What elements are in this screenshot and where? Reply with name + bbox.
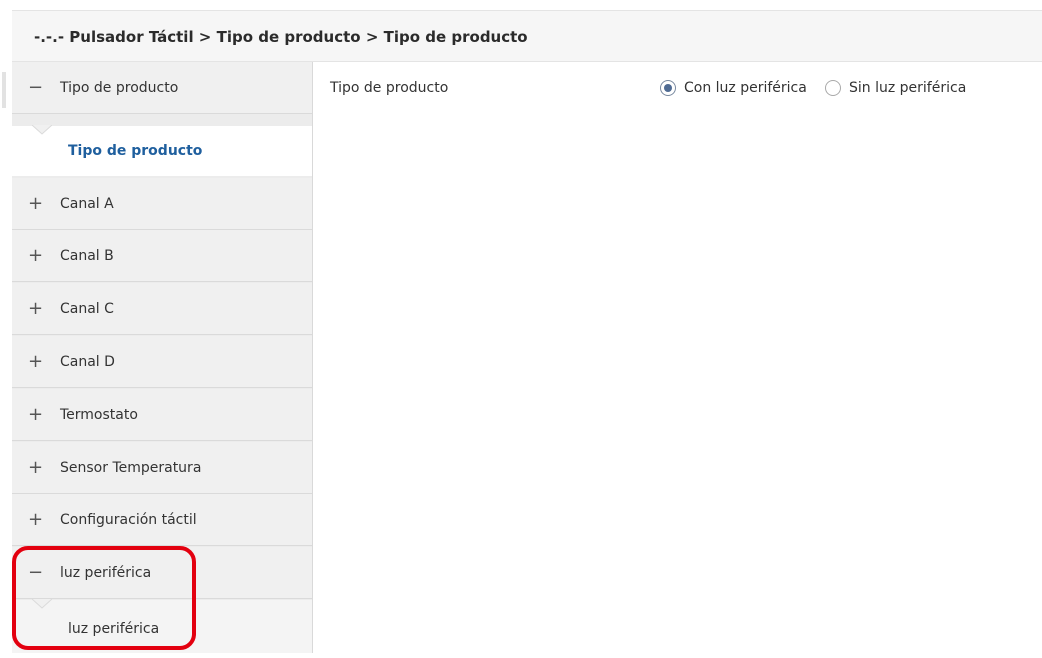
highlight-annotation [12, 546, 196, 650]
radio-label: Sin luz periférica [849, 80, 967, 96]
header-bar: -.-.- Pulsador Táctil > Tipo de producto… [12, 10, 1042, 62]
edge-marker [2, 72, 6, 108]
sidebar-item-sensor-temperatura[interactable]: + Sensor Temperatura [12, 442, 312, 494]
parameter-label: Tipo de producto [330, 80, 449, 96]
sidebar-item-canal-d[interactable]: + Canal D [12, 336, 312, 388]
parameter-row: Tipo de producto Con luz periférica Sin … [330, 76, 1030, 100]
collapse-icon[interactable]: − [28, 62, 43, 114]
expand-icon[interactable]: + [28, 178, 43, 230]
radio-unselected-icon[interactable] [825, 80, 841, 96]
window-left-edge [0, 0, 12, 653]
sidebar-item-label: Canal D [60, 354, 115, 370]
breadcrumb: -.-.- Pulsador Táctil > Tipo de producto… [34, 28, 528, 46]
sidebar-item-label: Sensor Temperatura [60, 460, 202, 476]
sidebar-item-label: Termostato [60, 407, 138, 423]
sidebar-item-canal-c[interactable]: + Canal C [12, 283, 312, 335]
sidebar-item-canal-b[interactable]: + Canal B [12, 230, 312, 282]
radio-label: Con luz periférica [684, 80, 807, 96]
radio-sin-luz-periferica[interactable]: Sin luz periférica [825, 76, 966, 100]
sidebar-item-configuracion-tactil[interactable]: + Configuración táctil [12, 494, 312, 546]
subitem-label: Tipo de producto [68, 143, 203, 159]
sidebar-item-label: Canal B [60, 248, 114, 264]
radio-con-luz-periferica[interactable]: Con luz periférica [660, 76, 807, 100]
sidebar-item-canal-a[interactable]: + Canal A [12, 178, 312, 230]
expand-icon[interactable]: + [28, 494, 43, 546]
sidebar-item-termostato[interactable]: + Termostato [12, 389, 312, 441]
expand-icon[interactable]: + [28, 389, 43, 441]
expand-icon[interactable]: + [28, 442, 43, 494]
radio-selected-icon[interactable] [660, 80, 676, 96]
sidebar-item-tipo-de-producto[interactable]: − Tipo de producto [12, 62, 312, 114]
sidebar-item-label: Canal A [60, 196, 114, 212]
expand-icon[interactable]: + [28, 283, 43, 335]
sidebar-item-label: Canal C [60, 301, 114, 317]
sidebar-item-label: Tipo de producto [60, 80, 179, 96]
sidebar-item-label: Configuración táctil [60, 512, 197, 528]
expand-icon[interactable]: + [28, 336, 43, 388]
subitem-tipo-de-producto[interactable]: Tipo de producto [12, 125, 314, 176]
expand-icon[interactable]: + [28, 230, 43, 282]
sidebar-divider [312, 62, 313, 653]
